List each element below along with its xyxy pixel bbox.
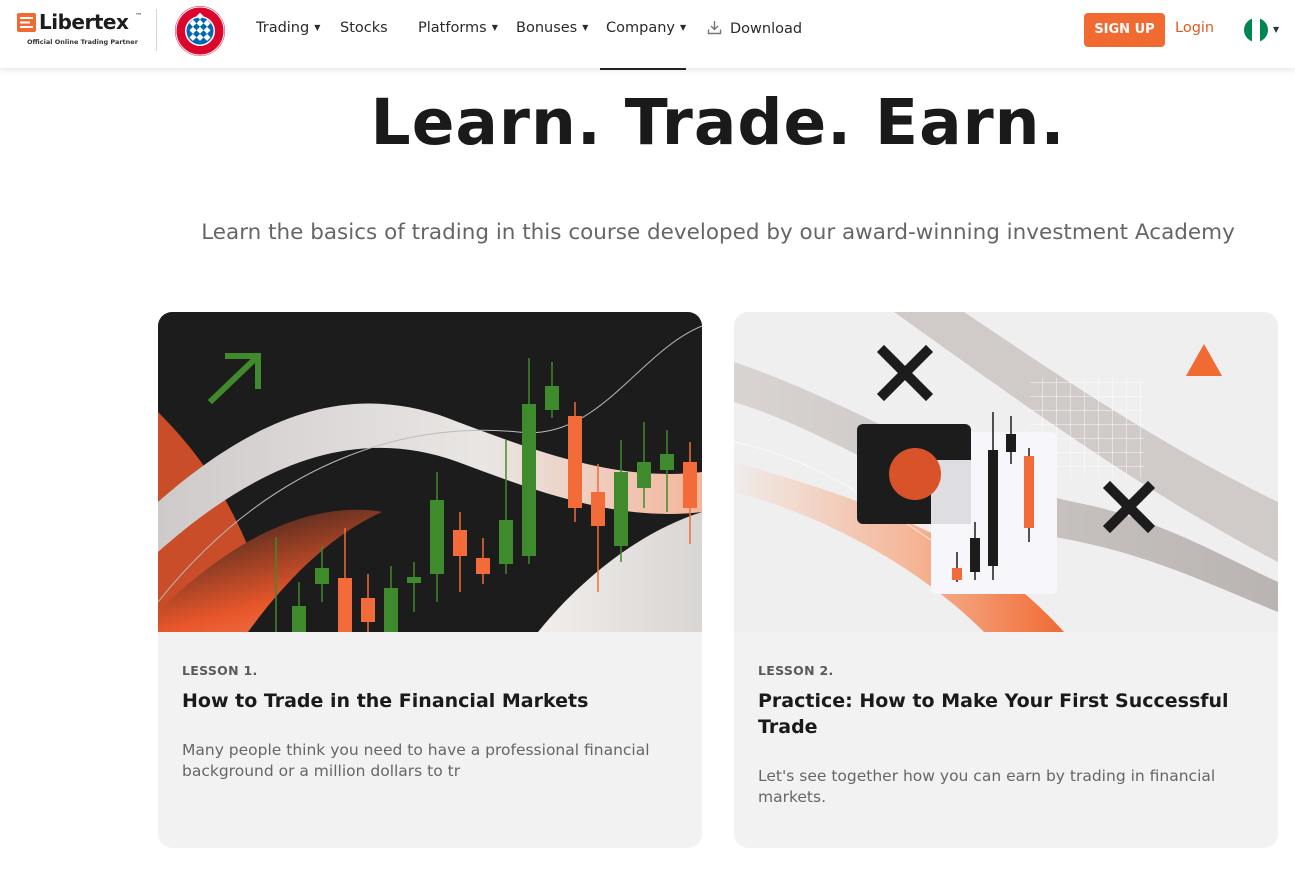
lesson-label: LESSON 1.: [182, 663, 258, 678]
lesson-card-2[interactable]: LESSON 2. Practice: How to Make Your Fir…: [734, 312, 1278, 848]
page-subtitle: Learn the basics of trading in this cour…: [201, 220, 1235, 245]
active-tab-indicator: [600, 68, 686, 70]
nav-platforms-label: Platforms: [418, 20, 487, 36]
nav-stocks-label: Stocks: [340, 20, 388, 36]
lesson-label: LESSON 2.: [758, 663, 834, 678]
nav-platforms[interactable]: Platforms ▼: [418, 20, 498, 36]
lesson-card-1[interactable]: LESSON 1. How to Trade in the Financial …: [158, 312, 702, 848]
chevron-down-icon: ▼: [314, 23, 321, 32]
candlestick-chart-illustration: [158, 312, 702, 632]
header-divider: [156, 9, 157, 51]
nav-stocks[interactable]: Stocks: [340, 20, 388, 36]
page-title: Learn. Trade. Earn.: [370, 86, 1066, 159]
nav-trading-label: Trading: [256, 20, 310, 36]
download-icon: [707, 21, 722, 35]
nav-company[interactable]: Company ▼: [606, 20, 686, 36]
chevron-down-icon: ▼: [679, 23, 687, 32]
nav-bonuses[interactable]: Bonuses ▼: [516, 20, 588, 36]
club-crest-icon: [175, 6, 225, 56]
language-chevron-down-icon[interactable]: ▼: [1273, 25, 1279, 34]
sign-up-button[interactable]: SIGN UP: [1084, 13, 1165, 47]
chevron-down-icon: ▼: [582, 23, 589, 32]
trading-shapes-illustration: [734, 312, 1278, 632]
nigeria-flag-icon[interactable]: [1244, 18, 1268, 42]
site-header: Libertex ™ Official Online Trading Partn…: [0, 0, 1295, 68]
nav-company-label: Company: [606, 20, 675, 36]
libertex-mark-icon: [17, 13, 36, 32]
nav-trading[interactable]: Trading ▼: [256, 20, 320, 36]
lesson-description: Many people think you need to have a pro…: [182, 741, 650, 780]
lesson-title[interactable]: How to Trade in the Financial Markets: [182, 688, 662, 714]
logo-wordmark: Libertex: [39, 10, 129, 34]
nav-bonuses-label: Bonuses: [516, 20, 578, 36]
login-link[interactable]: Login: [1175, 20, 1214, 36]
lesson-description: Let's see together how you can earn by t…: [758, 767, 1216, 806]
libertex-logo[interactable]: Libertex ™ Official Online Trading Partn…: [17, 10, 142, 50]
nav-download-label: Download: [730, 21, 803, 37]
logo-tagline: Official Online Trading Partner: [27, 38, 138, 46]
chevron-down-icon: ▼: [491, 23, 498, 32]
logo-trademark: ™: [135, 12, 142, 20]
nav-download[interactable]: Download: [707, 20, 802, 37]
lesson-title[interactable]: Practice: How to Make Your First Success…: [758, 688, 1238, 740]
